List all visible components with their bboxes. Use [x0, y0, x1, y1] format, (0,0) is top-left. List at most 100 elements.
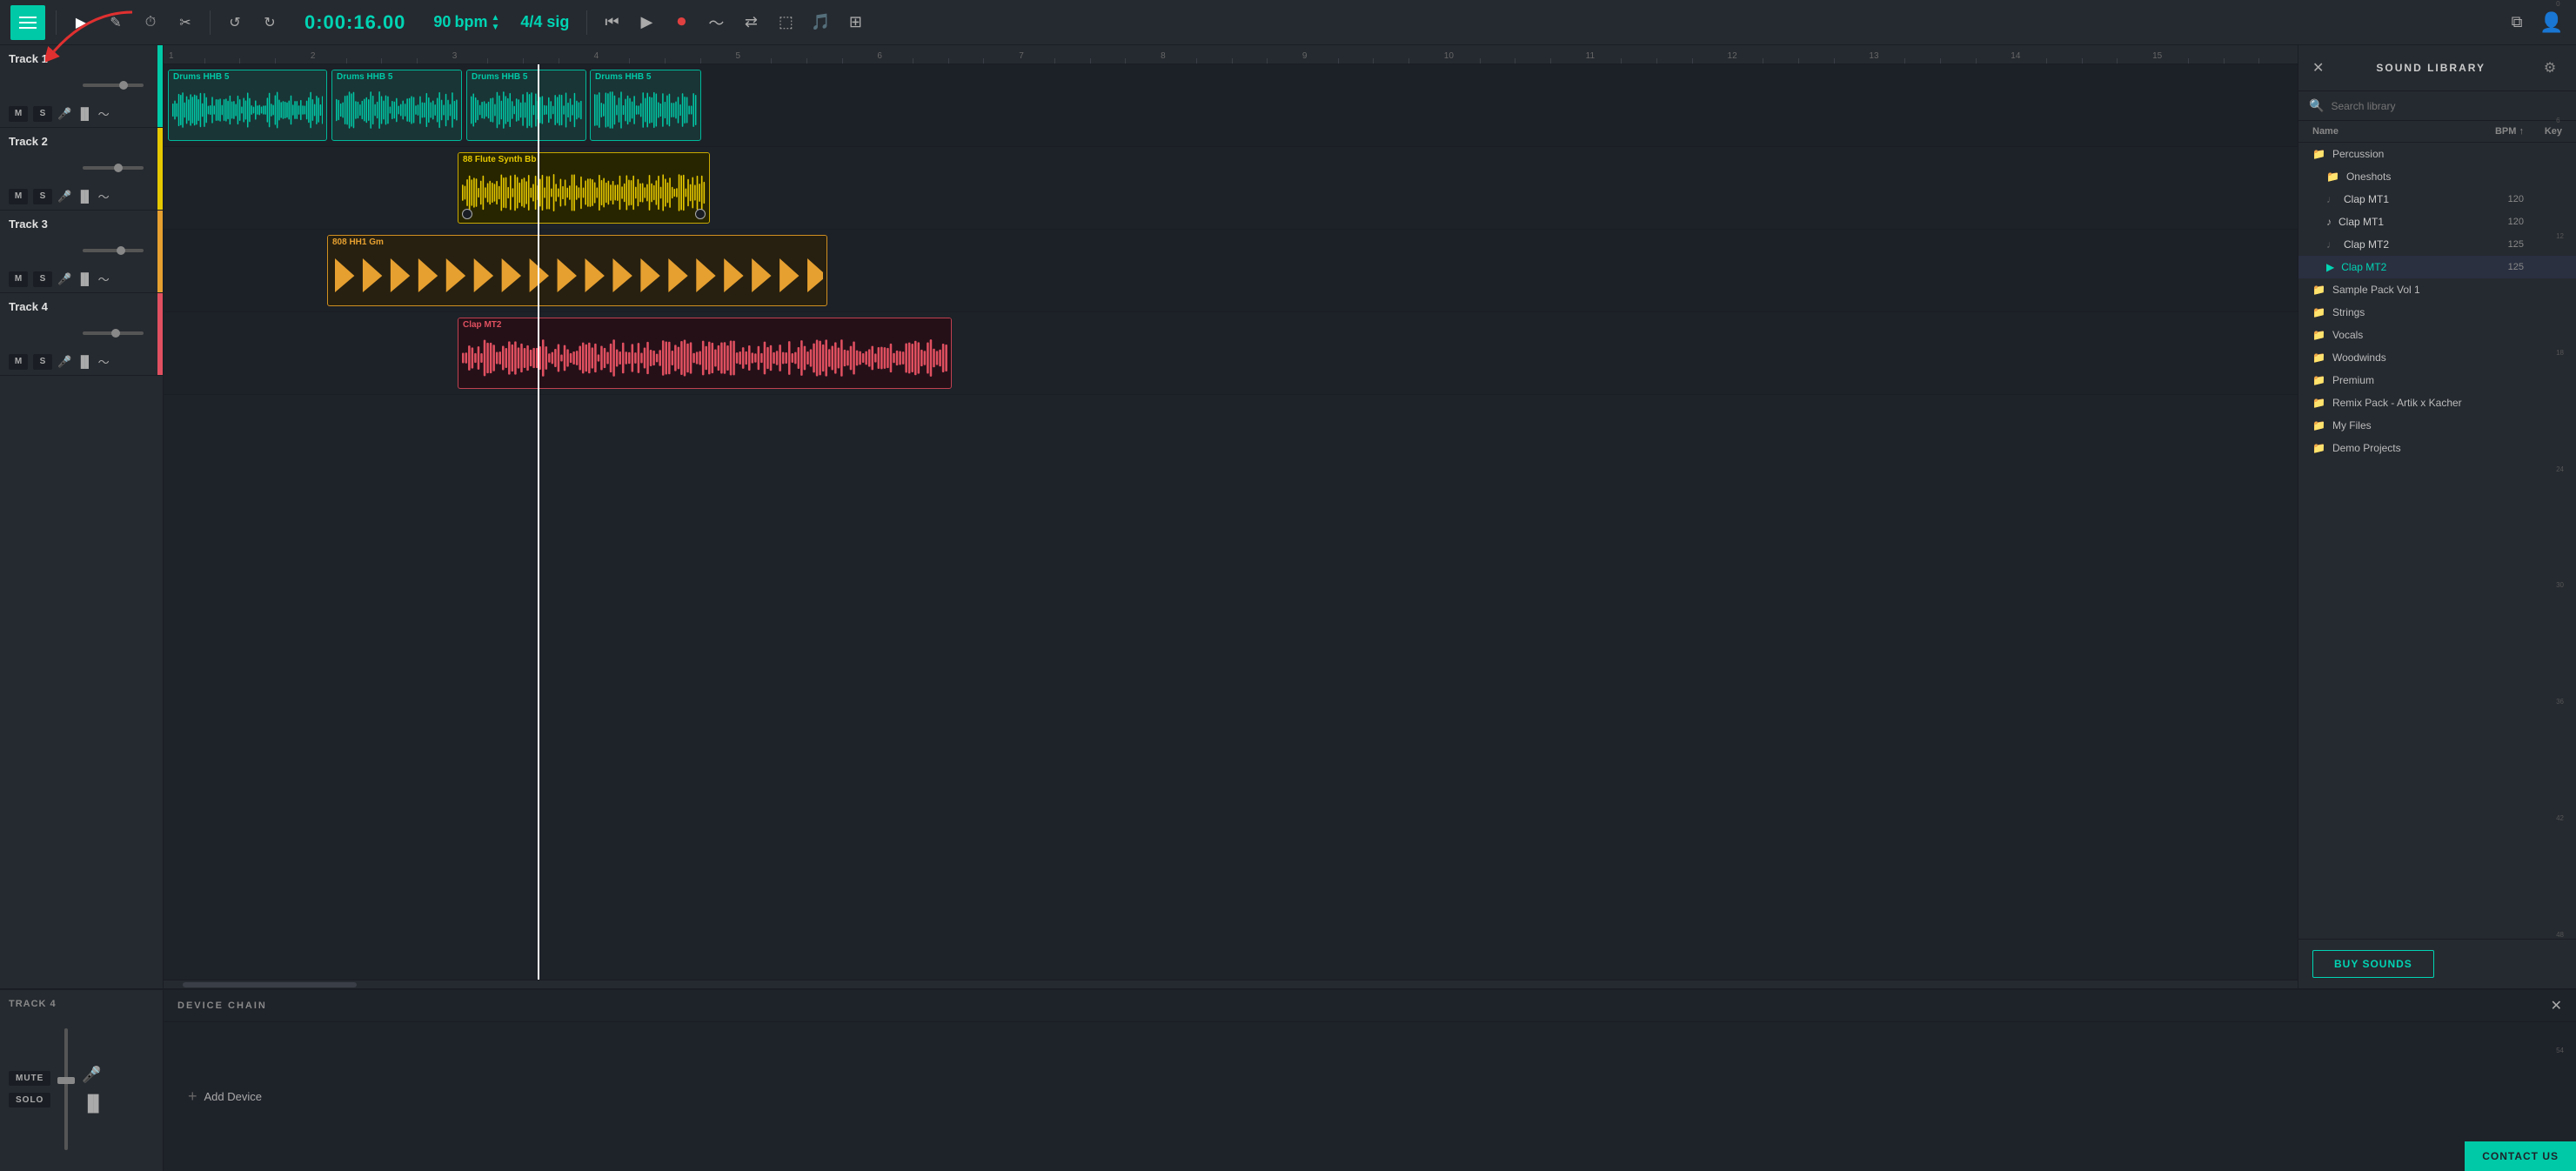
mute-button[interactable]: MUTE — [9, 1071, 50, 1086]
contact-us-button[interactable]: CONTACT US — [2465, 1141, 2576, 1171]
record-button[interactable]: ⏺ — [667, 9, 695, 37]
fader-thumb[interactable] — [57, 1077, 75, 1084]
track4-solo[interactable]: S — [33, 354, 52, 370]
timeline-ruler[interactable]: 123456789101112131415 — [164, 45, 2298, 64]
track3-mic-icon[interactable]: 🎤 — [57, 272, 71, 286]
pencil-icon: ✎ — [110, 14, 121, 31]
library-item-5[interactable]: ▶ Clap MT2 125 — [2298, 256, 2576, 278]
track3-solo[interactable]: S — [33, 271, 52, 287]
track1-mute[interactable]: M — [9, 106, 28, 122]
track1-solo[interactable]: S — [33, 106, 52, 122]
track2-solo[interactable]: S — [33, 189, 52, 204]
automation-button[interactable]: 〜 — [702, 9, 730, 37]
ruler-mark-6: 6 — [877, 51, 882, 61]
track1-eq-icon[interactable]: ▐▌ — [77, 107, 92, 120]
solo-button[interactable]: SOLO — [9, 1093, 50, 1107]
track4-mic-icon[interactable]: 🎤 — [57, 355, 71, 369]
library-close-button[interactable]: ✕ — [2312, 59, 2324, 77]
library-header: ✕ SOUND LIBRARY ⚙ — [2298, 45, 2576, 91]
library-item-13[interactable]: 📁 Demo Projects — [2298, 437, 2576, 459]
buy-sounds-button[interactable]: BUY SOUNDS — [2312, 950, 2434, 978]
ruler-tick — [1692, 58, 1693, 64]
device-chain-panel: DEVICE CHAIN ✕ + Add Device — [164, 990, 2576, 1171]
loop-button[interactable]: ⇄ — [737, 9, 765, 37]
library-item-7[interactable]: 📁 Strings — [2298, 301, 2576, 324]
library-item-9[interactable]: 📁 Woodwinds — [2298, 346, 2576, 369]
track2-mute[interactable]: M — [9, 189, 28, 204]
track-panel: Track 1 M S 🎤 ▐▌ 〜 — [0, 45, 164, 988]
play-icon: ▶ — [641, 13, 653, 31]
export-button[interactable]: ⬚ — [772, 9, 800, 37]
clip-drums-2[interactable]: Drums HHB 5 — [331, 70, 462, 141]
timer-tool-button[interactable]: ⏱ — [137, 9, 164, 37]
eq-icon-bottom[interactable]: ▐▌ — [82, 1094, 104, 1113]
pencil-tool-button[interactable]: ✎ — [102, 9, 130, 37]
library-item-6[interactable]: 📁 Sample Pack Vol 1 — [2298, 278, 2576, 301]
clip-waveform — [332, 84, 461, 136]
window-icon: ⧉ — [2512, 13, 2523, 31]
window-btn[interactable]: ⧉ — [2503, 9, 2531, 37]
track4-mute[interactable]: M — [9, 354, 28, 370]
ruler-tick — [346, 58, 347, 64]
track-volume-2[interactable] — [83, 166, 144, 170]
clip-loop-handle-left[interactable] — [462, 209, 472, 219]
clip-flute[interactable]: 88 Flute Synth Bb — [458, 152, 710, 224]
cursor-icon: ▶ — [76, 14, 86, 31]
library-item-4[interactable]: ♩ Clap MT2 125 — [2298, 233, 2576, 256]
mix-button[interactable]: ⊞ — [841, 9, 869, 37]
bpm-arrows[interactable]: ▲▼ — [491, 13, 499, 32]
track2-eq-icon[interactable]: ▐▌ — [77, 190, 92, 203]
track4-eq-icon[interactable]: ▐▌ — [77, 355, 92, 368]
track3-mute[interactable]: M — [9, 271, 28, 287]
lib-item-name: Sample Pack Vol 1 — [2332, 284, 2473, 296]
track-row-1: Drums HHB 5 Drums HHB 5 Drums HHB 5 Drum… — [164, 64, 2298, 147]
library-item-3[interactable]: ♪ Clap MT1 120 — [2298, 211, 2576, 233]
sig-value: 4/4 — [520, 13, 542, 30]
track1-mic-icon[interactable]: 🎤 — [57, 107, 71, 121]
track3-eq-icon[interactable]: ▐▌ — [77, 272, 92, 285]
track4-wave-icon[interactable]: 〜 — [98, 353, 110, 370]
skip-back-button[interactable]: ⏮ — [598, 9, 626, 37]
track-volume-3[interactable] — [83, 249, 144, 252]
clip-drums-4[interactable]: Drums HHB 5 — [590, 70, 701, 141]
clip-loop-handle-right[interactable] — [695, 209, 706, 219]
track-volume-1[interactable] — [83, 84, 144, 87]
settings-icon: ⚙ — [2544, 59, 2556, 77]
timeline-area: 123456789101112131415 Drums HHB 5 Drums … — [164, 45, 2298, 988]
clip-drums-3[interactable]: Drums HHB 5 — [466, 70, 586, 141]
track-row-4: Clap MT2 — [164, 312, 2298, 395]
library-item-10[interactable]: 📁 Premium — [2298, 369, 2576, 391]
clip-808[interactable]: 808 HH1 Gm — [327, 235, 827, 306]
clip-drums-1[interactable]: Drums HHB 5 — [168, 70, 327, 141]
bottom-section: TRACK 4 MUTE SOLO 0 6 12 18 24 30 — [0, 988, 2576, 1171]
select-tool-button[interactable]: ▶ — [67, 9, 95, 37]
track2-wave-icon[interactable]: 〜 — [98, 188, 110, 204]
clip-clap[interactable]: Clap MT2 — [458, 318, 952, 389]
menu-button[interactable] — [10, 5, 45, 40]
scrollbar-thumb[interactable] — [183, 982, 357, 987]
lib-item-bpm: 125 — [2480, 239, 2524, 250]
search-input[interactable] — [2331, 100, 2566, 112]
library-item-0[interactable]: 📁 Percussion — [2298, 143, 2576, 165]
add-device-button[interactable]: + Add Device — [177, 1081, 272, 1113]
mic-icon-bottom[interactable]: 🎤 — [82, 1066, 104, 1084]
library-item-8[interactable]: 📁 Vocals — [2298, 324, 2576, 346]
metronome-button[interactable]: 🎵 — [806, 9, 834, 37]
library-item-2[interactable]: ♩ Clap MT1 120 — [2298, 188, 2576, 211]
undo-button[interactable]: ↺ — [221, 9, 249, 37]
lib-item-name: Remix Pack - Artik x Kacher — [2332, 397, 2473, 409]
track3-wave-icon[interactable]: 〜 — [98, 271, 110, 287]
track-volume-4[interactable] — [83, 331, 144, 335]
track2-mic-icon[interactable]: 🎤 — [57, 190, 71, 204]
track-color-bar-3 — [157, 211, 163, 292]
track1-wave-icon[interactable]: 〜 — [98, 105, 110, 122]
cut-tool-button[interactable]: ✂ — [171, 9, 199, 37]
library-item-12[interactable]: 📁 My Files — [2298, 414, 2576, 437]
redo-button[interactable]: ↻ — [256, 9, 284, 37]
redo-icon: ↻ — [264, 14, 275, 31]
vertical-fader[interactable] — [64, 1028, 68, 1150]
library-item-11[interactable]: 📁 Remix Pack - Artik x Kacher — [2298, 391, 2576, 414]
library-item-1[interactable]: 📁 Oneshots — [2298, 165, 2576, 188]
ruler-tick — [487, 58, 488, 64]
play-button[interactable]: ▶ — [632, 9, 660, 37]
